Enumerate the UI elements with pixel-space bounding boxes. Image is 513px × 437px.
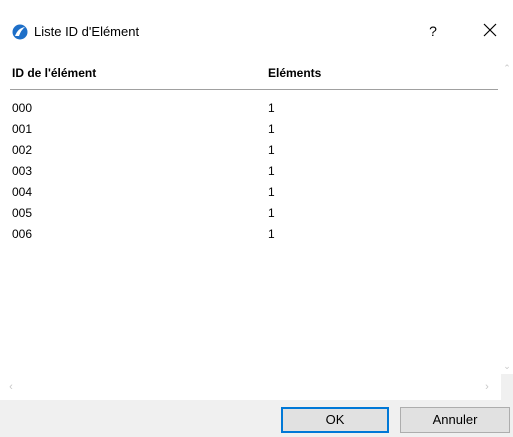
window-title: Liste ID d'Elément bbox=[34, 24, 140, 39]
cell-count: 1 bbox=[268, 185, 275, 199]
scroll-down-icon[interactable]: ⌄ bbox=[503, 362, 511, 371]
column-header-elements[interactable]: Eléments bbox=[268, 66, 321, 80]
cell-count: 1 bbox=[268, 206, 275, 220]
scroll-left-icon[interactable]: ‹ bbox=[6, 382, 16, 393]
cell-id: 000 bbox=[12, 101, 33, 115]
table-row[interactable]: 005 1 bbox=[0, 206, 500, 227]
column-header-id[interactable]: ID de l'élément bbox=[12, 66, 96, 80]
table-row[interactable]: 003 1 bbox=[0, 164, 500, 185]
archicad-logo-icon bbox=[12, 24, 28, 40]
scrollbar-corner bbox=[501, 374, 513, 400]
vertical-scrollbar[interactable]: ⌃ ⌄ bbox=[501, 56, 513, 374]
cell-id: 006 bbox=[12, 227, 33, 241]
ok-button[interactable]: OK bbox=[281, 407, 389, 433]
title-bar: Liste ID d'Elément ? bbox=[0, 0, 513, 48]
table-body: 000 1 001 1 002 1 003 1 004 1 005 1 006 … bbox=[0, 101, 500, 248]
cell-id: 004 bbox=[12, 185, 33, 199]
table-row[interactable]: 000 1 bbox=[0, 101, 500, 122]
close-icon[interactable] bbox=[478, 18, 502, 42]
scroll-right-icon[interactable]: › bbox=[482, 382, 492, 393]
scroll-up-icon[interactable]: ⌃ bbox=[503, 64, 511, 73]
help-button[interactable]: ? bbox=[423, 21, 443, 41]
table-row[interactable]: 001 1 bbox=[0, 122, 500, 143]
table-row[interactable]: 006 1 bbox=[0, 227, 500, 248]
cell-count: 1 bbox=[268, 122, 275, 136]
cell-count: 1 bbox=[268, 164, 275, 178]
table-row[interactable]: 004 1 bbox=[0, 185, 500, 206]
cell-id: 001 bbox=[12, 122, 33, 136]
cell-count: 1 bbox=[268, 101, 275, 115]
horizontal-scrollbar[interactable]: ‹ › bbox=[0, 378, 501, 396]
header-divider bbox=[10, 89, 498, 90]
cell-id: 003 bbox=[12, 164, 33, 178]
table-row[interactable]: 002 1 bbox=[0, 143, 500, 164]
cell-id: 002 bbox=[12, 143, 33, 157]
cell-count: 1 bbox=[268, 227, 275, 241]
cell-count: 1 bbox=[268, 143, 275, 157]
cancel-button[interactable]: Annuler bbox=[400, 407, 510, 433]
cell-id: 005 bbox=[12, 206, 33, 220]
